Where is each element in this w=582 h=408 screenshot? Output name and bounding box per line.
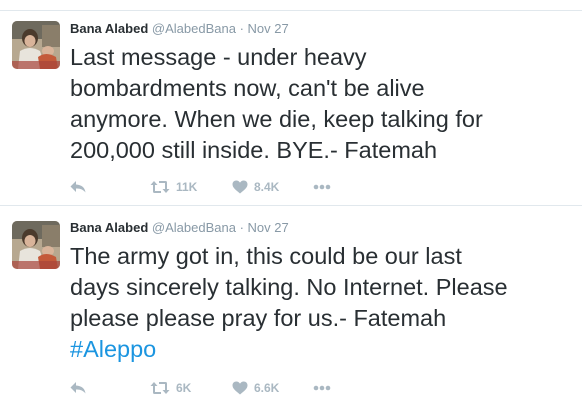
- like-count: 8.4K: [254, 180, 280, 194]
- tweet-text-line: bombardments now, can't be alive: [70, 75, 425, 101]
- reply-icon: [70, 180, 86, 194]
- tweet-text: Last message - under heavy bombardments …: [70, 42, 575, 166]
- author-handle[interactable]: @AlabedBana: [152, 220, 236, 235]
- tweet-timestamp[interactable]: Nov 27: [248, 21, 289, 36]
- author-name[interactable]: Bana Alabed: [70, 220, 148, 235]
- avatar[interactable]: [12, 221, 60, 269]
- author-handle[interactable]: @AlabedBana: [152, 21, 236, 36]
- tweet-header: Bana Alabed @AlabedBana · Nov 27: [70, 220, 289, 236]
- tweet-text-line: anymore. When we die, keep talking for: [70, 106, 483, 132]
- heart-icon: [232, 381, 248, 395]
- tweet-text-line: please please pray for us.- Fatemah: [70, 305, 447, 331]
- retweet-button[interactable]: 11K: [150, 177, 197, 197]
- tweet-actions: 11K 8.4K: [70, 177, 370, 197]
- more-dots-icon: [313, 184, 331, 190]
- like-count: 6.6K: [254, 381, 280, 395]
- tweet-actions: 6K 6.6K: [70, 378, 370, 398]
- more-dots-icon: [313, 385, 331, 391]
- tweet-text-line: 200,000 still inside. BYE.- Fatemah: [70, 137, 438, 163]
- tweet-text-line: days sincerely talking. No Internet. Ple…: [70, 274, 508, 300]
- tweet-timestamp[interactable]: Nov 27: [248, 220, 289, 235]
- tweet-timeline: Bana Alabed @AlabedBana · Nov 27 Last me…: [0, 0, 582, 408]
- avatar[interactable]: [12, 21, 60, 69]
- reply-icon: [70, 381, 86, 395]
- author-name[interactable]: Bana Alabed: [70, 21, 148, 36]
- tweet-text: The army got in, this could be our last …: [70, 241, 575, 365]
- retweet-icon: [150, 381, 170, 395]
- heart-icon: [232, 180, 248, 194]
- retweet-icon: [150, 180, 170, 194]
- header-separator: ·: [239, 21, 244, 36]
- retweet-count: 6K: [176, 381, 192, 395]
- tweet-text-line: Last message - under heavy: [70, 44, 367, 70]
- like-button[interactable]: 8.4K: [232, 177, 279, 197]
- tweet[interactable]: Bana Alabed @AlabedBana · Nov 27 The arm…: [0, 205, 582, 408]
- like-button[interactable]: 6.6K: [232, 378, 279, 398]
- retweet-count: 11K: [176, 180, 198, 194]
- tweet-header: Bana Alabed @AlabedBana · Nov 27: [70, 21, 289, 37]
- retweet-button[interactable]: 6K: [150, 378, 191, 398]
- more-button[interactable]: [313, 177, 331, 197]
- tweet-text-line: The army got in, this could be our last: [70, 243, 462, 269]
- reply-button[interactable]: [70, 378, 86, 398]
- tweet[interactable]: Bana Alabed @AlabedBana · Nov 27 Last me…: [0, 0, 582, 205]
- header-separator: ·: [239, 220, 244, 235]
- hashtag-link[interactable]: #Aleppo: [70, 334, 575, 365]
- reply-button[interactable]: [70, 177, 86, 197]
- more-button[interactable]: [313, 378, 331, 398]
